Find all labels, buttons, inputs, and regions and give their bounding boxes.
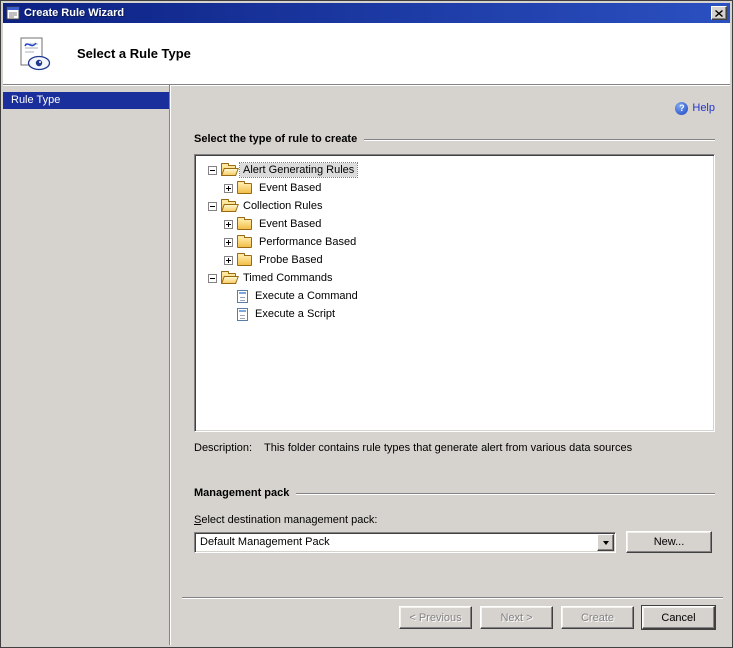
rule-type-tree[interactable]: Alert Generating Rules Event Based Colle… (194, 154, 715, 432)
page-title: Select a Rule Type (77, 46, 191, 61)
help-link[interactable]: ? Help (675, 102, 715, 115)
tree-item-label: Alert Generating Rules (240, 163, 357, 177)
script-icon (237, 308, 248, 321)
tree-item-label: Event Based (256, 181, 324, 195)
tree-item-event-based-alert[interactable]: Event Based (195, 179, 714, 197)
tree-item-performance-based[interactable]: Performance Based (195, 233, 714, 251)
management-pack-group-header: Management pack (194, 487, 715, 499)
expand-icon[interactable] (224, 256, 233, 265)
help-label: Help (692, 102, 715, 114)
tree-item-execute-a-command[interactable]: Execute a Command (195, 287, 714, 305)
tree-item-alert-generating-rules[interactable]: Alert Generating Rules (195, 161, 714, 179)
previous-button[interactable]: < Previous (399, 606, 472, 629)
folder-icon (237, 255, 252, 266)
script-icon (237, 290, 248, 303)
folder-icon (237, 237, 252, 248)
help-row: ? Help (194, 100, 715, 116)
main-pane: ? Help Select the type of rule to create… (170, 85, 730, 645)
tree-item-label: Probe Based (256, 253, 326, 267)
folder-icon (237, 183, 252, 194)
rule-type-group-header: Select the type of rule to create (194, 133, 715, 145)
create-button[interactable]: Create (561, 606, 634, 629)
footer-divider (182, 597, 723, 599)
management-pack-selected-value: Default Management Pack (195, 536, 597, 548)
tree-item-label: Performance Based (256, 235, 359, 249)
tree-item-timed-commands[interactable]: Timed Commands (195, 269, 714, 287)
rule-type-group-title: Select the type of rule to create (194, 133, 357, 145)
titlebar[interactable]: Create Rule Wizard (3, 3, 730, 23)
folder-icon (237, 219, 252, 230)
description-label: Description: (194, 442, 264, 454)
expand-icon[interactable] (224, 220, 233, 229)
tree-item-label: Execute a Script (252, 307, 338, 321)
collapse-icon[interactable] (208, 274, 217, 283)
rule-wizard-icon (16, 36, 52, 72)
close-icon (715, 10, 723, 17)
window-icon (6, 6, 20, 20)
expand-icon[interactable] (224, 238, 233, 247)
description-text: This folder contains rule types that gen… (264, 442, 715, 454)
folder-open-icon (221, 165, 236, 176)
wizard-steps-sidebar: Rule Type (3, 85, 170, 645)
tree-item-label: Timed Commands (240, 271, 335, 285)
chevron-down-icon (603, 541, 609, 548)
management-pack-group-title: Management pack (194, 487, 289, 499)
expand-icon[interactable] (224, 184, 233, 193)
tree-item-event-based-collection[interactable]: Event Based (195, 215, 714, 233)
group-divider (296, 493, 715, 495)
help-icon: ? (675, 102, 688, 115)
management-pack-select-label: Select destination management pack: (194, 514, 715, 526)
window-title: Create Rule Wizard (24, 7, 124, 19)
management-pack-select[interactable]: Default Management Pack (194, 532, 616, 553)
combo-dropdown-button[interactable] (597, 534, 614, 551)
cancel-button[interactable]: Cancel (642, 606, 715, 629)
next-button[interactable]: Next > (480, 606, 553, 629)
tree-item-execute-a-script[interactable]: Execute a Script (195, 305, 714, 323)
wizard-header: Select a Rule Type (3, 23, 730, 85)
create-rule-wizard-window: Create Rule Wizard Select a Rule Type Ru… (0, 0, 733, 648)
management-pack-row: Default Management Pack New... (194, 531, 715, 553)
tree-item-label: Execute a Command (252, 289, 361, 303)
close-button[interactable] (711, 6, 727, 20)
folder-open-icon (221, 273, 236, 284)
sidebar-item-rule-type[interactable]: Rule Type (3, 92, 169, 109)
new-management-pack-button[interactable]: New... (626, 531, 712, 553)
collapse-icon[interactable] (208, 166, 217, 175)
tree-item-collection-rules[interactable]: Collection Rules (195, 197, 714, 215)
wizard-footer: < Previous Next > Create Cancel (194, 606, 715, 629)
tree-item-label: Event Based (256, 217, 324, 231)
description-row: Description: This folder contains rule t… (194, 442, 715, 454)
tree-item-label: Collection Rules (240, 199, 325, 213)
folder-open-icon (221, 201, 236, 212)
wizard-body: Rule Type ? Help Select the type of rule… (3, 85, 730, 645)
collapse-icon[interactable] (208, 202, 217, 211)
group-divider (364, 139, 715, 141)
tree-item-probe-based[interactable]: Probe Based (195, 251, 714, 269)
